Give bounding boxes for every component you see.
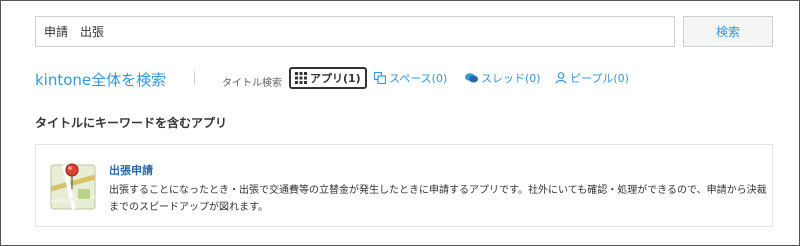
- filter-spaces[interactable]: スペース(0): [374, 67, 447, 89]
- section-title: タイトルにキーワードを含むアプリ: [35, 116, 228, 130]
- grid-icon: [295, 72, 307, 84]
- thread-icon: [465, 73, 478, 83]
- filter-threads-label: スレッド(0): [481, 72, 541, 85]
- filter-spaces-label: スペース(0): [389, 72, 448, 85]
- app-name-link[interactable]: 出張申請: [109, 162, 153, 178]
- search-input[interactable]: [35, 16, 675, 47]
- space-icon: [374, 72, 386, 84]
- title-search-label: タイトル検索: [222, 78, 282, 89]
- filter-people-label: ピープル(0): [570, 72, 629, 85]
- filter-apps-label: アプリ(1): [310, 72, 361, 85]
- filter-people[interactable]: ピープル(0): [555, 67, 629, 89]
- search-button[interactable]: 検索: [683, 16, 773, 47]
- app-description: 出張することになったとき・出張で交通費等の立替金が発生したときに申請するアプリで…: [109, 185, 767, 213]
- result-card: 出張申請 出張することになったとき・出張で交通費等の立替金が発生したときに申請す…: [35, 144, 773, 227]
- people-icon: [555, 72, 567, 84]
- search-scope-link[interactable]: kintone全体を検索: [35, 69, 166, 90]
- filter-threads[interactable]: スレッド(0): [465, 67, 541, 89]
- window-frame: 検索 kintone全体を検索 タイトル検索 アプリ(1) スペース(0) スレ…: [0, 0, 800, 246]
- filter-apps[interactable]: アプリ(1): [289, 67, 367, 89]
- divider: [194, 71, 195, 85]
- map-pin-icon: [50, 163, 96, 210]
